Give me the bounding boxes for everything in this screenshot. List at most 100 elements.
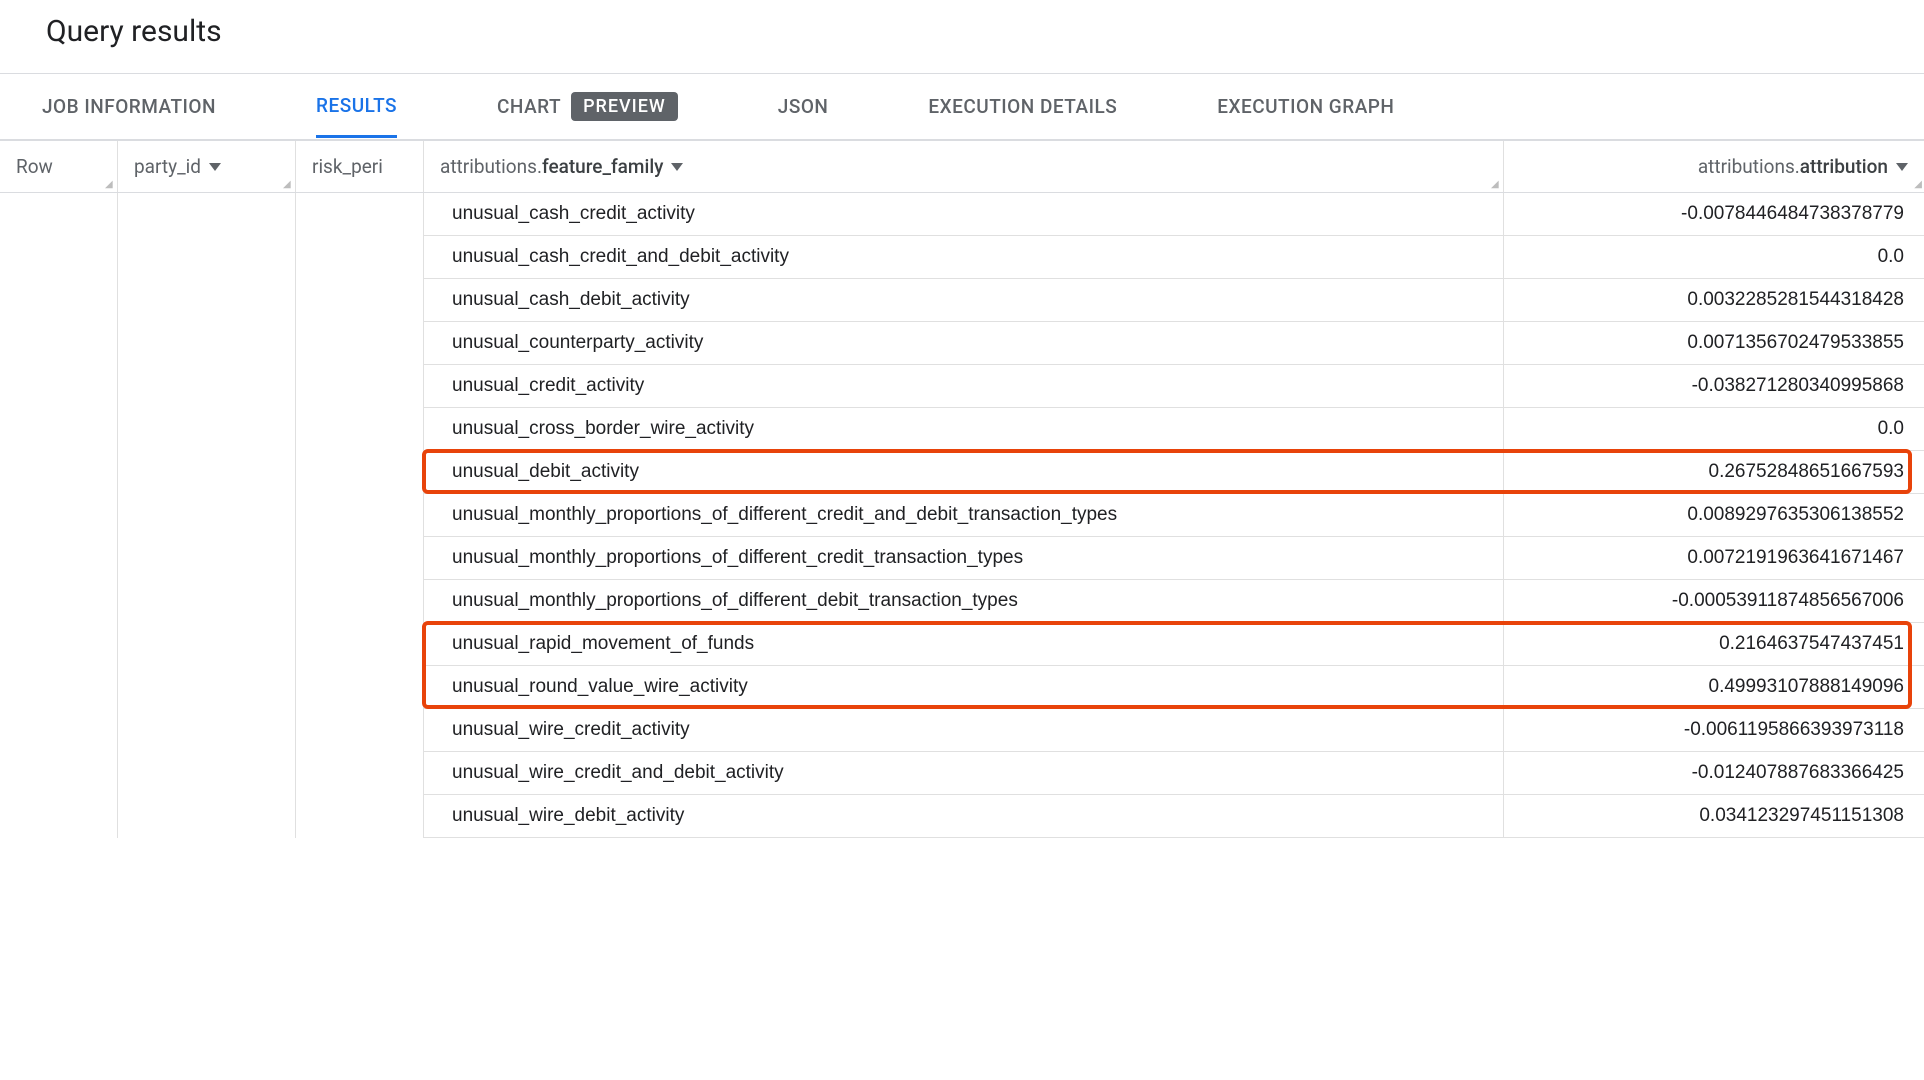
- resize-handle-icon[interactable]: ◢: [1912, 180, 1922, 190]
- resize-handle-icon[interactable]: ◢: [105, 180, 115, 190]
- chevron-down-icon: [1896, 163, 1908, 171]
- cell-feature-family: unusual_cash_credit_activity: [424, 193, 1504, 236]
- tab-chart-label: CHART: [497, 95, 561, 118]
- col-header-party-id[interactable]: party_id ◢: [118, 141, 296, 192]
- cell-row: [0, 666, 118, 709]
- cell-attribution: 0.0071356702479533855: [1504, 322, 1924, 365]
- cell-risk-peri: [296, 795, 424, 838]
- cell-feature-family: unusual_cross_border_wire_activity: [424, 408, 1504, 451]
- col-header-attribution[interactable]: attributions.attribution ◢: [1504, 141, 1924, 192]
- cell-party-id: [118, 795, 296, 838]
- tab-chart[interactable]: CHART PREVIEW: [497, 74, 678, 139]
- tabs-bar: JOB INFORMATION RESULTS CHART PREVIEW JS…: [0, 73, 1924, 140]
- table-row: unusual_round_value_wire_activity0.49993…: [0, 666, 1924, 709]
- table-row: unusual_cross_border_wire_activity0.0: [0, 408, 1924, 451]
- cell-risk-peri: [296, 666, 424, 709]
- cell-party-id: [118, 709, 296, 752]
- table-row: unusual_credit_activity-0.03827128034099…: [0, 365, 1924, 408]
- cell-row: [0, 322, 118, 365]
- cell-party-id: [118, 537, 296, 580]
- cell-risk-peri: [296, 279, 424, 322]
- cell-row: [0, 709, 118, 752]
- col-header-row[interactable]: Row ◢: [0, 141, 118, 192]
- cell-row: [0, 451, 118, 494]
- cell-feature-family: unusual_cash_credit_and_debit_activity: [424, 236, 1504, 279]
- cell-feature-family: unusual_monthly_proportions_of_different…: [424, 537, 1504, 580]
- col-header-row-label: Row: [16, 155, 53, 178]
- col-header-party-id-label: party_id: [134, 155, 201, 178]
- table-row: unusual_monthly_proportions_of_different…: [0, 494, 1924, 537]
- cell-feature-family: unusual_monthly_proportions_of_different…: [424, 580, 1504, 623]
- resize-handle-icon[interactable]: ◢: [1491, 180, 1501, 190]
- table-row: unusual_cash_debit_activity0.00322852815…: [0, 279, 1924, 322]
- cell-feature-family: unusual_cash_debit_activity: [424, 279, 1504, 322]
- table-row: unusual_monthly_proportions_of_different…: [0, 580, 1924, 623]
- table-row: unusual_wire_credit_and_debit_activity-0…: [0, 752, 1924, 795]
- cell-risk-peri: [296, 408, 424, 451]
- cell-feature-family: unusual_wire_debit_activity: [424, 795, 1504, 838]
- cell-row: [0, 408, 118, 451]
- cell-attribution: 0.49993107888149096: [1504, 666, 1924, 709]
- page-title: Query results: [0, 0, 1924, 73]
- cell-row: [0, 537, 118, 580]
- tab-job-information[interactable]: JOB INFORMATION: [42, 77, 216, 136]
- tab-results[interactable]: RESULTS: [316, 76, 397, 138]
- tab-execution-details[interactable]: EXECUTION DETAILS: [928, 77, 1117, 136]
- cell-attribution: 0.2164637547437451: [1504, 623, 1924, 666]
- cell-attribution: 0.0032285281544318428: [1504, 279, 1924, 322]
- cell-feature-family: unusual_credit_activity: [424, 365, 1504, 408]
- table-row: unusual_rapid_movement_of_funds0.2164637…: [0, 623, 1924, 666]
- cell-row: [0, 623, 118, 666]
- cell-row: [0, 236, 118, 279]
- cell-feature-family: unusual_debit_activity: [424, 451, 1504, 494]
- cell-row: [0, 494, 118, 537]
- cell-feature-family: unusual_rapid_movement_of_funds: [424, 623, 1504, 666]
- cell-feature-family: unusual_monthly_proportions_of_different…: [424, 494, 1504, 537]
- table-row: unusual_cash_credit_and_debit_activity0.…: [0, 236, 1924, 279]
- cell-risk-peri: [296, 752, 424, 795]
- cell-row: [0, 795, 118, 838]
- cell-attribution: 0.26752848651667593: [1504, 451, 1924, 494]
- table-row: unusual_monthly_proportions_of_different…: [0, 537, 1924, 580]
- cell-row: [0, 365, 118, 408]
- table-header-row: Row ◢ party_id ◢ risk_peri attributions.…: [0, 141, 1924, 193]
- cell-party-id: [118, 236, 296, 279]
- cell-row: [0, 193, 118, 236]
- cell-party-id: [118, 322, 296, 365]
- table-row: unusual_cash_credit_activity-0.007844648…: [0, 193, 1924, 236]
- cell-attribution: 0.0: [1504, 236, 1924, 279]
- cell-row: [0, 279, 118, 322]
- resize-handle-icon[interactable]: ◢: [283, 180, 293, 190]
- cell-attribution: -0.0078446484738378779: [1504, 193, 1924, 236]
- cell-party-id: [118, 623, 296, 666]
- tab-execution-graph[interactable]: EXECUTION GRAPH: [1217, 77, 1394, 136]
- cell-feature-family: unusual_wire_credit_activity: [424, 709, 1504, 752]
- cell-party-id: [118, 752, 296, 795]
- cell-attribution: 0.0089297635306138552: [1504, 494, 1924, 537]
- tab-json[interactable]: JSON: [778, 77, 829, 136]
- cell-party-id: [118, 580, 296, 623]
- cell-party-id: [118, 494, 296, 537]
- cell-risk-peri: [296, 709, 424, 752]
- cell-attribution: -0.012407887683366425: [1504, 752, 1924, 795]
- cell-attribution: -0.038271280340995868: [1504, 365, 1924, 408]
- cell-risk-peri: [296, 494, 424, 537]
- cell-row: [0, 752, 118, 795]
- col-header-risk-peri[interactable]: risk_peri: [296, 141, 424, 192]
- cell-risk-peri: [296, 365, 424, 408]
- table-body: unusual_cash_credit_activity-0.007844648…: [0, 193, 1924, 838]
- cell-party-id: [118, 365, 296, 408]
- preview-badge: PREVIEW: [571, 92, 678, 121]
- cell-row: [0, 580, 118, 623]
- table-row: unusual_debit_activity0.2675284865166759…: [0, 451, 1924, 494]
- cell-party-id: [118, 451, 296, 494]
- cell-party-id: [118, 279, 296, 322]
- cell-party-id: [118, 193, 296, 236]
- cell-risk-peri: [296, 236, 424, 279]
- cell-attribution: 0.0: [1504, 408, 1924, 451]
- cell-risk-peri: [296, 193, 424, 236]
- cell-risk-peri: [296, 322, 424, 365]
- cell-attribution: -0.00053911874856567006: [1504, 580, 1924, 623]
- col-header-feature-family[interactable]: attributions.feature_family ◢: [424, 141, 1504, 192]
- cell-feature-family: unusual_wire_credit_and_debit_activity: [424, 752, 1504, 795]
